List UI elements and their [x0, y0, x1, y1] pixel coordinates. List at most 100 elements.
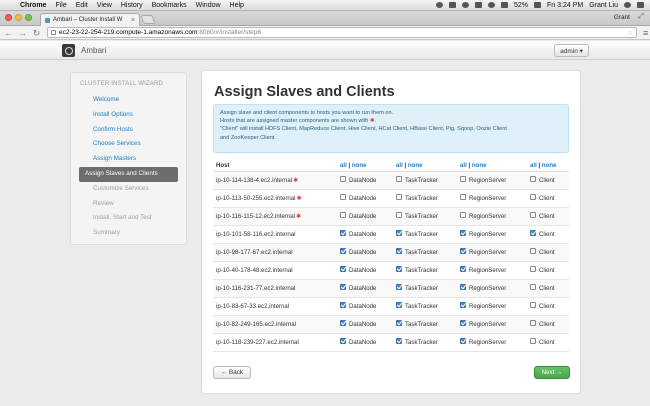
datanode-checkbox[interactable] [340, 247, 346, 254]
sidebar-item-confirm-hosts[interactable]: Confirm Hosts [79, 123, 178, 138]
client-label[interactable]: Client [539, 195, 555, 202]
back-icon[interactable]: ← [3, 28, 14, 38]
client-checkbox[interactable] [530, 301, 536, 308]
regionserver-checkbox[interactable] [460, 301, 466, 308]
tasktracker-checkbox[interactable] [396, 283, 402, 290]
os-user[interactable]: Grant Liu [589, 2, 618, 9]
tasktracker-label[interactable]: TaskTracker [405, 231, 438, 238]
datanode-label[interactable]: DataNode [349, 231, 376, 238]
reload-icon[interactable]: ↻ [31, 28, 42, 38]
address-bar[interactable]: ec2-23-22-254-219.compute-1.amazonaws.co… [47, 27, 637, 38]
fullscreen-icon[interactable]: ⤢ [638, 13, 644, 21]
brand-name[interactable]: Ambari [81, 46, 106, 55]
client-label[interactable]: Client [539, 285, 555, 292]
ambari-logo-icon[interactable] [62, 44, 75, 57]
regionserver-checkbox[interactable] [460, 283, 466, 290]
chrome-menu-icon[interactable]: ≡ [643, 28, 648, 38]
tasktracker-checkbox[interactable] [396, 265, 402, 272]
tasktracker-checkbox[interactable] [396, 247, 402, 254]
zoom-window-icon[interactable] [25, 14, 32, 21]
close-window-icon[interactable] [5, 14, 12, 21]
dropbox-icon[interactable] [436, 2, 443, 8]
tasktracker-label[interactable]: TaskTracker [405, 249, 438, 256]
battery-icon[interactable] [534, 2, 542, 8]
client-label[interactable]: Client [539, 213, 555, 220]
time-machine-icon[interactable] [462, 2, 469, 8]
datanode-checkbox[interactable] [340, 301, 346, 308]
minimize-window-icon[interactable] [15, 14, 22, 21]
regionserver-label[interactable]: RegionServer [469, 339, 506, 346]
tasktracker-label[interactable]: TaskTracker [405, 303, 438, 310]
client-checkbox[interactable] [530, 193, 536, 200]
datanode-checkbox[interactable] [340, 337, 346, 344]
datanode-label[interactable]: DataNode [349, 213, 376, 220]
tasktracker-checkbox[interactable] [396, 319, 402, 326]
tasktracker-checkbox[interactable] [396, 229, 402, 236]
datanode-all-link[interactable]: all [340, 162, 347, 169]
regionserver-checkbox[interactable] [460, 319, 466, 326]
tasktracker-label[interactable]: TaskTracker [405, 177, 438, 184]
client-label[interactable]: Client [539, 177, 555, 184]
admin-dropdown-button[interactable]: admin ▾ [554, 44, 589, 57]
datanode-label[interactable]: DataNode [349, 195, 376, 202]
regionserver-checkbox[interactable] [460, 247, 466, 254]
menu-chrome[interactable]: Chrome [20, 2, 46, 9]
client-label[interactable]: Client [539, 249, 555, 256]
datanode-checkbox[interactable] [340, 319, 346, 326]
tasktracker-checkbox[interactable] [396, 193, 402, 200]
regionserver-none-link[interactable]: none [472, 162, 487, 169]
datanode-label[interactable]: DataNode [349, 249, 376, 256]
menu-edit[interactable]: Edit [76, 2, 88, 9]
profile-name[interactable]: Grant [614, 14, 630, 21]
datanode-checkbox[interactable] [340, 175, 346, 182]
tasktracker-checkbox[interactable] [396, 211, 402, 218]
regionserver-checkbox[interactable] [460, 211, 466, 218]
datanode-checkbox[interactable] [340, 283, 346, 290]
next-button[interactable]: Next → [534, 366, 570, 379]
tasktracker-label[interactable]: TaskTracker [405, 321, 438, 328]
sidebar-item-assign-slaves[interactable]: Assign Slaves and Clients [79, 166, 178, 182]
regionserver-label[interactable]: RegionServer [469, 249, 506, 256]
client-checkbox[interactable] [530, 265, 536, 272]
regionserver-label[interactable]: RegionServer [469, 321, 506, 328]
datanode-checkbox[interactable] [340, 211, 346, 218]
regionserver-checkbox[interactable] [460, 265, 466, 272]
spotlight-icon[interactable] [624, 2, 631, 8]
client-checkbox[interactable] [530, 283, 536, 290]
datanode-label[interactable]: DataNode [349, 267, 376, 274]
regionserver-label[interactable]: RegionServer [469, 267, 506, 274]
tasktracker-none-link[interactable]: none [408, 162, 423, 169]
datanode-label[interactable]: DataNode [349, 321, 376, 328]
tasktracker-checkbox[interactable] [396, 301, 402, 308]
regionserver-checkbox[interactable] [460, 337, 466, 344]
menu-file[interactable]: File [55, 2, 66, 9]
page-info-icon[interactable] [51, 30, 56, 35]
volume-icon[interactable] [501, 2, 508, 8]
forward-icon[interactable]: → [17, 28, 28, 38]
client-checkbox[interactable] [530, 229, 536, 236]
sidebar-item-choose-services[interactable]: Choose Services [79, 137, 178, 152]
client-label[interactable]: Client [539, 339, 555, 346]
tasktracker-label[interactable]: TaskTracker [405, 195, 438, 202]
client-label[interactable]: Client [539, 267, 555, 274]
regionserver-label[interactable]: RegionServer [469, 231, 506, 238]
regionserver-checkbox[interactable] [460, 229, 466, 236]
regionserver-checkbox[interactable] [460, 175, 466, 182]
tasktracker-checkbox[interactable] [396, 175, 402, 182]
sidebar-item-welcome[interactable]: Welcome [79, 93, 178, 108]
datanode-label[interactable]: DataNode [349, 177, 376, 184]
regionserver-label[interactable]: RegionServer [469, 303, 506, 310]
regionserver-label[interactable]: RegionServer [469, 195, 506, 202]
battery-percent[interactable]: 52% [514, 2, 528, 9]
datanode-checkbox[interactable] [340, 265, 346, 272]
tasktracker-label[interactable]: TaskTracker [405, 339, 438, 346]
regionserver-label[interactable]: RegionServer [469, 213, 506, 220]
client-label[interactable]: Client [539, 303, 555, 310]
back-button[interactable]: ← Back [213, 366, 251, 379]
datanode-label[interactable]: DataNode [349, 303, 376, 310]
datanode-label[interactable]: DataNode [349, 285, 376, 292]
menu-help[interactable]: Help [230, 2, 244, 9]
clock[interactable]: Fri 3:24 PM [547, 2, 583, 9]
client-label[interactable]: Client [539, 321, 555, 328]
client-checkbox[interactable] [530, 319, 536, 326]
